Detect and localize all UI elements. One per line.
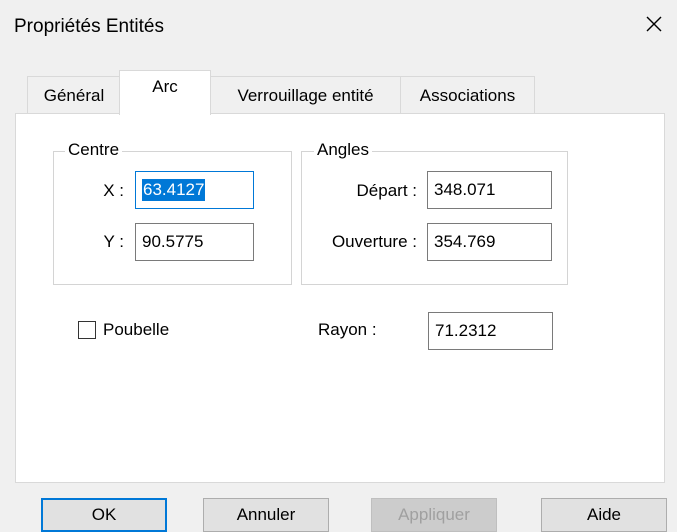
window-title: Propriétés Entités xyxy=(14,16,164,37)
tab-arc[interactable]: Arc xyxy=(119,70,211,115)
ok-button[interactable]: OK xyxy=(41,498,167,532)
aide-button[interactable]: Aide xyxy=(541,498,667,532)
poubelle-label[interactable]: Poubelle xyxy=(103,320,169,340)
ouverture-label: Ouverture : xyxy=(331,232,417,251)
angles-legend: Angles xyxy=(314,140,372,160)
tab-panel-arc: Centre X : 63.4127 Y : 90.5775 Angles Dé… xyxy=(15,113,665,483)
y-label: Y : xyxy=(103,232,124,251)
depart-field[interactable]: 348.071 xyxy=(427,171,552,209)
centre-y-field[interactable]: 90.5775 xyxy=(135,223,254,261)
annuler-button[interactable]: Annuler xyxy=(203,498,329,532)
centre-x-field[interactable]: 63.4127 xyxy=(135,171,254,209)
ouverture-field[interactable]: 354.769 xyxy=(427,223,552,261)
poubelle-checkbox[interactable] xyxy=(78,321,96,339)
tab-general[interactable]: Général xyxy=(27,76,121,114)
centre-x-value: 63.4127 xyxy=(142,179,206,201)
x-label: X : xyxy=(103,181,124,200)
rayon-label: Rayon : xyxy=(318,320,377,339)
appliquer-button[interactable]: Appliquer xyxy=(371,498,497,532)
close-icon xyxy=(646,16,662,32)
rayon-value: 71.2312 xyxy=(435,321,497,340)
ouverture-value: 354.769 xyxy=(434,232,496,251)
rayon-field[interactable]: 71.2312 xyxy=(428,312,553,350)
centre-legend: Centre xyxy=(65,140,123,160)
depart-value: 348.071 xyxy=(434,180,496,199)
tab-verrouillage-entite[interactable]: Verrouillage entité xyxy=(210,76,401,114)
centre-y-value: 90.5775 xyxy=(142,232,204,251)
close-button[interactable] xyxy=(640,10,668,38)
tab-associations[interactable]: Associations xyxy=(400,76,535,114)
depart-label: Départ : xyxy=(356,181,417,200)
